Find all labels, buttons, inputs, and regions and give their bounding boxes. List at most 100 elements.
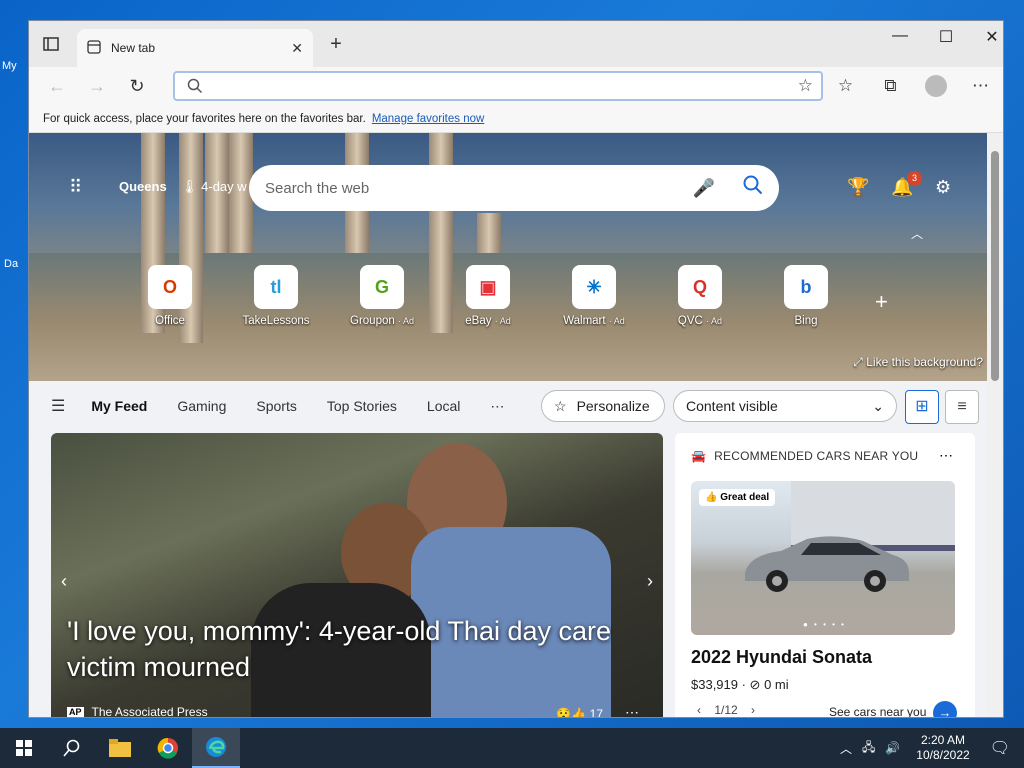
car-icon: 🚘 (691, 449, 707, 463)
like-background-link[interactable]: ⤢ Like this background? (853, 355, 983, 370)
file-explorer-icon[interactable] (96, 728, 144, 768)
arrow-right-icon[interactable]: → (933, 701, 957, 717)
desktop-icon-label[interactable]: My (2, 60, 17, 72)
microphone-icon[interactable]: 🎤 (693, 178, 715, 199)
hamburger-menu-icon[interactable]: ☰ (51, 396, 65, 416)
start-windows-icon[interactable] (0, 728, 48, 768)
tab-local[interactable]: Local (427, 398, 460, 414)
search-icon[interactable] (743, 175, 763, 201)
collections-icon[interactable]: ⧉ (868, 76, 913, 96)
next-arrow-icon[interactable]: › (647, 571, 653, 592)
edge-icon[interactable] (192, 728, 240, 768)
add-favorite-icon[interactable]: ☆ (798, 76, 813, 96)
prev-page-icon[interactable]: ‹ (697, 703, 701, 717)
maximize-button[interactable]: ☐ (923, 27, 969, 47)
carousel-dots[interactable]: ● • • • • (803, 620, 846, 629)
vertical-scrollbar[interactable] (987, 133, 1003, 717)
network-icon[interactable]: 🖧 (862, 738, 875, 759)
site-logo-icon: Q (678, 265, 722, 309)
site-logo-icon: O (148, 265, 192, 309)
expand-icon: ⤢ (853, 355, 863, 369)
web-search-box[interactable]: Search the web 🎤 (249, 165, 779, 211)
tab-new-tab[interactable]: New tab ✕ (77, 29, 313, 67)
system-tray: ︿ 🖧 🔊 2:20 AM 10/8/2022 🗨 (840, 728, 1024, 768)
forward-button[interactable]: → (77, 76, 117, 97)
search-icon (187, 78, 203, 99)
top-story-card[interactable]: ‹ › 'I love you, mommy': 4-year-old Thai… (51, 433, 663, 718)
more-tabs-icon[interactable]: ⋯ (490, 398, 504, 415)
quick-link-tile[interactable]: b Bing (753, 265, 859, 327)
grid-view-button[interactable]: ⊞ (905, 390, 939, 424)
chevron-up-icon[interactable]: ︿ (911, 225, 923, 242)
quick-link-tile[interactable]: ▣ eBay · Ad (435, 265, 541, 327)
quick-link-tile[interactable]: G Groupon · Ad (329, 265, 435, 327)
scrollbar-thumb[interactable] (991, 151, 999, 381)
more-menu-icon[interactable]: ⋯ (958, 76, 1003, 96)
tab-gaming[interactable]: Gaming (177, 398, 226, 414)
card-more-icon[interactable]: ⋯ (939, 447, 953, 464)
title-bar: New tab ✕ + — ☐ ✕ (29, 21, 1003, 67)
car-price: $33,919 · ⊘ 0 mi (691, 677, 789, 692)
tab-top-stories[interactable]: Top Stories (327, 398, 397, 414)
rewards-icon[interactable]: 🏆 (847, 177, 869, 198)
list-view-button[interactable]: ≡ (945, 390, 979, 424)
refresh-button[interactable]: ↻ (117, 76, 157, 97)
deal-badge: 👍 Great deal (699, 489, 776, 506)
close-window-button[interactable]: ✕ (969, 27, 1003, 47)
notification-badge: 3 (907, 171, 922, 186)
thermometer-icon: 🌡 (181, 179, 198, 194)
site-logo-icon: G (360, 265, 404, 309)
toolbar: ← → ↻ ☆ ☆ ⧉ ⋯ (29, 67, 1003, 105)
close-tab-icon[interactable]: ✕ (291, 40, 303, 57)
chevron-up-icon[interactable]: ︿ (840, 740, 852, 757)
notifications-icon[interactable]: 🗨 (990, 738, 1010, 758)
search-placeholder: Search the web (265, 179, 370, 197)
chevron-down-icon: ⌄ (872, 397, 884, 414)
tab-actions-icon[interactable] (43, 37, 59, 56)
location-label[interactable]: Queens (119, 179, 167, 194)
chrome-icon[interactable] (144, 728, 192, 768)
quick-link-tile[interactable]: ✳ Walmart · Ad (541, 265, 647, 327)
story-source: AP The Associated Press (67, 705, 208, 718)
search-icon[interactable] (48, 728, 96, 768)
add-site-icon[interactable]: + (875, 289, 888, 315)
volume-icon[interactable]: 🔊 (885, 741, 900, 755)
favorites-bar: For quick access, place your favorites h… (29, 105, 1003, 133)
tab-sports[interactable]: Sports (256, 398, 296, 414)
favbar-text: For quick access, place your favorites h… (43, 112, 366, 125)
card-header: 🚘 RECOMMENDED CARS NEAR YOU (691, 449, 919, 463)
see-cars-link[interactable]: See cars near you (829, 705, 926, 717)
minimize-button[interactable]: — (877, 27, 923, 45)
new-tab-button[interactable]: + (323, 33, 349, 56)
quick-link-tile[interactable]: O Office (117, 265, 223, 327)
clock[interactable]: 2:20 AM 10/8/2022 (916, 733, 969, 763)
car-image[interactable]: 👍 Great deal ● • • • • (691, 481, 955, 635)
story-more-icon[interactable]: ⋯ (625, 704, 639, 717)
previous-arrow-icon[interactable]: ‹ (61, 571, 67, 592)
quick-link-label: Groupon · Ad (350, 315, 414, 327)
odometer-icon: ⊘ (749, 677, 761, 692)
address-bar[interactable]: ☆ (173, 71, 823, 101)
content-visibility-select[interactable]: Content visible ⌄ (673, 390, 897, 422)
quick-link-label: Bing (794, 315, 818, 327)
settings-gear-icon[interactable]: ⚙ (935, 177, 951, 198)
profile-avatar[interactable] (913, 75, 958, 97)
quick-link-label: Office (155, 315, 185, 327)
weather-label[interactable]: 🌡 4-day w (181, 179, 247, 195)
site-logo-icon: ✳ (572, 265, 616, 309)
back-button[interactable]: ← (37, 76, 77, 97)
next-page-icon[interactable]: › (751, 703, 755, 717)
favorites-icon[interactable]: ☆ (823, 76, 868, 96)
story-headline[interactable]: 'I love you, mommy': 4-year-old Thai day… (67, 613, 657, 685)
tab-title: New tab (111, 41, 156, 55)
apps-grid-icon[interactable]: ⠿ (69, 177, 82, 198)
reactions[interactable]: 😯👍 17 (556, 707, 603, 717)
car-model[interactable]: 2022 Hyundai Sonata (691, 647, 872, 668)
quick-link-tile[interactable]: tl TakeLessons (223, 265, 329, 327)
desktop-icon-label[interactable]: Da (4, 258, 18, 270)
tab-my-feed[interactable]: My Feed (91, 398, 147, 414)
source-logo: AP (67, 707, 84, 717)
quick-link-tile[interactable]: Q QVC · Ad (647, 265, 753, 327)
personalize-button[interactable]: ☆ Personalize (541, 390, 665, 422)
manage-favorites-link[interactable]: Manage favorites now (372, 113, 485, 125)
